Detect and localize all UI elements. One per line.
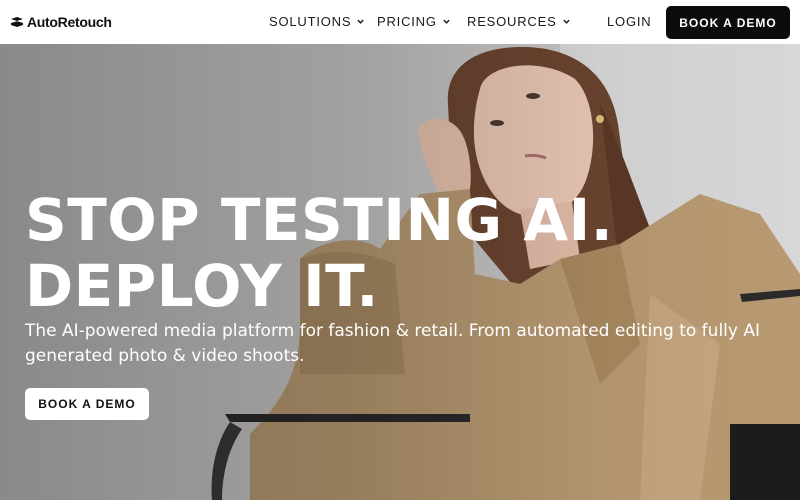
book-demo-button[interactable]: BOOK A DEMO — [666, 6, 790, 39]
nav-item-resources[interactable]: RESOURCES — [467, 14, 571, 29]
chevron-down-icon — [562, 19, 570, 24]
nav-item-pricing[interactable]: PRICING — [377, 14, 451, 29]
nav-item-solutions[interactable]: SOLUTIONS — [269, 14, 365, 29]
brand-name: AutoRetouch — [27, 14, 112, 30]
hero-subtitle: The AI-powered media platform for fashio… — [25, 321, 760, 366]
brand-logo[interactable]: AutoRetouch — [10, 13, 112, 31]
hero-section: STOP TESTING AI. DEPLOY IT. The AI-power… — [0, 44, 800, 500]
hero-headline-line-2: DEPLOY IT. — [25, 252, 379, 320]
chevron-down-icon — [443, 19, 450, 24]
logo-mark-icon — [11, 17, 23, 27]
hero-book-demo-button[interactable]: BOOK A DEMO — [25, 388, 149, 420]
login-link[interactable]: LOGIN — [607, 14, 651, 29]
nav-item-label: PRICING — [377, 14, 437, 29]
nav-item-label: SOLUTIONS — [269, 14, 352, 29]
top-navigation: AutoRetouch SOLUTIONS PRICING RESOURCES … — [0, 0, 800, 44]
nav-item-label: RESOURCES — [467, 14, 557, 29]
chevron-down-icon — [357, 19, 365, 24]
hero-headline-line-1: STOP TESTING AI. — [25, 186, 614, 254]
